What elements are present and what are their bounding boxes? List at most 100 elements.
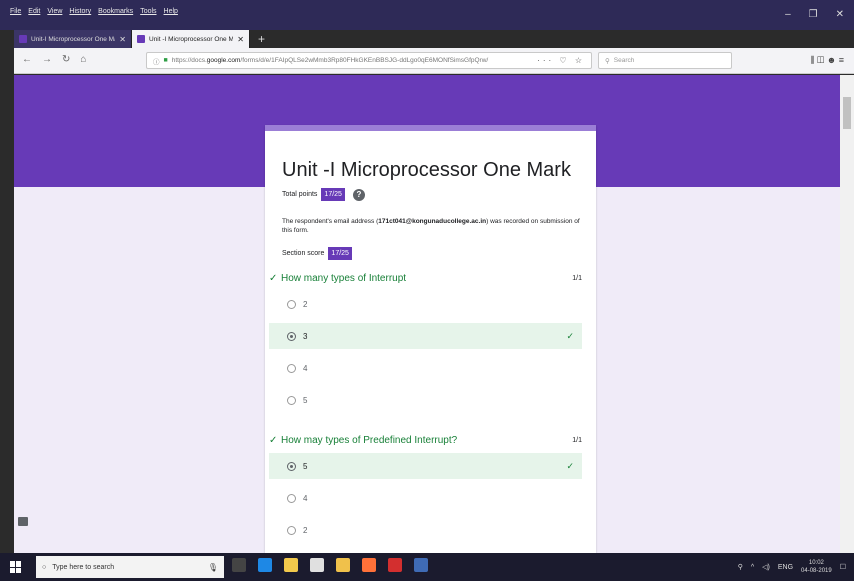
mail-icon[interactable] <box>310 558 324 572</box>
question-score: 1/1 <box>572 274 582 282</box>
edge-icon[interactable] <box>258 558 272 572</box>
menu-edit[interactable]: Edit <box>28 8 40 15</box>
radio-icon <box>287 395 296 405</box>
correct-check-icon: ✓ <box>269 272 278 284</box>
desktop-screen: File Edit View History Bookmarks Tools H… <box>0 0 854 581</box>
radio-icon <box>287 299 296 309</box>
total-points-label: Total points <box>282 191 318 198</box>
radio-icon <box>287 525 296 535</box>
tab-label: Unit-I Microprocessor One Ma <box>31 35 116 43</box>
window-controls: – ❐ ✕ <box>785 9 844 20</box>
answer-option-selected: 3 ✓ <box>269 323 582 349</box>
menu-tools[interactable]: Tools <box>140 8 156 15</box>
search-placeholder: Search <box>613 57 635 64</box>
email-note: The respondent's email address (171ct041… <box>282 218 580 234</box>
form-page: Unit -I Microprocessor One Mark Total po… <box>14 75 840 553</box>
windows-start-icon[interactable] <box>10 561 22 573</box>
answer-option: 2 <box>269 291 582 317</box>
tab-active[interactable]: Unit -I Microprocessor One Ma ✕ <box>132 30 250 48</box>
section-score-label: Section score <box>282 250 325 257</box>
menu-items: File Edit View History Bookmarks Tools H… <box>10 8 178 15</box>
language-indicator[interactable]: ENG <box>778 564 793 571</box>
url-text: https://docs.google.com/forms/d/e/1FAIpQ… <box>171 57 489 64</box>
feedback-icon[interactable] <box>18 517 28 526</box>
address-bar[interactable]: ⓘ ■ https://docs.google.com/forms/d/e/1F… <box>146 52 592 69</box>
radio-selected-icon <box>287 461 296 471</box>
form-title: Unit -I Microprocessor One Mark <box>282 159 571 181</box>
menu-view[interactable]: View <box>47 8 62 15</box>
new-tab-button[interactable]: + <box>250 30 273 48</box>
task-view-icon[interactable] <box>232 558 246 572</box>
pdf-reader-icon[interactable] <box>388 558 402 572</box>
help-icon[interactable]: ? <box>352 188 365 201</box>
menu-bookmarks[interactable]: Bookmarks <box>98 8 133 15</box>
email-address: 171ct041@kongunaducollege.ac.in <box>378 218 487 225</box>
total-points: Total points 17/25 ? <box>282 188 365 201</box>
taskbar-search[interactable]: ○ Type here to search 🎙 <box>36 556 224 578</box>
browser-menubar: File Edit View History Bookmarks Tools H… <box>0 0 854 30</box>
app-icon[interactable] <box>414 558 428 572</box>
toolbar-icons[interactable]: ⫼ ◫ ☻ ≡ <box>810 55 844 66</box>
answer-option: 4 <box>269 355 582 381</box>
clock[interactable]: 10:02 04-08-2019 <box>801 559 832 575</box>
back-icon[interactable]: ← <box>22 54 32 65</box>
option-label: 2 <box>303 525 308 535</box>
maximize-button[interactable]: ❐ <box>809 9 818 20</box>
close-window-button[interactable]: ✕ <box>836 9 844 20</box>
tray-chevron-icon[interactable]: ^ <box>751 564 754 571</box>
tab-close-icon[interactable]: ✕ <box>237 35 244 44</box>
answer-option: 4 <box>269 485 582 511</box>
volume-icon[interactable]: ◁) <box>762 563 770 571</box>
store-icon[interactable] <box>284 558 298 572</box>
option-label: 5 <box>303 395 308 405</box>
menu-file[interactable]: File <box>10 8 21 15</box>
page-scrollbar[interactable] <box>840 75 854 553</box>
taskbar-search-placeholder: Type here to search <box>52 563 115 571</box>
question-2: ✓ How may types of Predefined Interrupt?… <box>269 433 582 553</box>
radio-icon <box>287 363 296 373</box>
system-tray: ⚲ ^ ◁) ENG 10:02 04-08-2019 ☐ <box>738 559 846 575</box>
forward-icon[interactable]: → <box>42 54 52 65</box>
lock-icon: ■ <box>163 57 168 64</box>
info-icon[interactable]: ⓘ <box>153 56 160 66</box>
radio-icon <box>287 493 296 503</box>
tab-first[interactable]: Unit-I Microprocessor One Ma ✕ <box>14 30 132 48</box>
cortana-icon: ○ <box>42 563 47 571</box>
nav-buttons: ← → ↻ ⌂ <box>22 54 86 65</box>
navigation-bar: ← → ↻ ⌂ ⓘ ■ https://docs.google.com/form… <box>14 48 854 74</box>
option-label: 5 <box>303 461 308 471</box>
taskbar-apps <box>232 558 428 572</box>
option-label: 4 <box>303 493 308 503</box>
microphone-icon[interactable]: 🎙 <box>208 563 218 572</box>
forms-favicon-icon <box>137 35 145 43</box>
home-icon[interactable]: ⌂ <box>80 54 86 65</box>
menu-history[interactable]: History <box>69 8 91 15</box>
firefox-icon[interactable] <box>362 558 376 572</box>
question-text: How many types of Interrupt <box>281 272 407 284</box>
answer-option: 2 <box>269 517 582 543</box>
clock-time: 10:02 <box>808 560 824 566</box>
correct-tick-icon: ✓ <box>566 330 574 341</box>
search-icon: ⚲ <box>605 57 610 65</box>
search-bar[interactable]: ⚲ Search <box>598 52 732 69</box>
radio-selected-icon <box>287 331 296 341</box>
file-explorer-icon[interactable] <box>336 558 350 572</box>
people-icon[interactable]: ⚲ <box>738 563 743 571</box>
menu-help[interactable]: Help <box>164 8 178 15</box>
form-card: Unit -I Microprocessor One Mark Total po… <box>265 125 596 553</box>
clock-date: 04-08-2019 <box>801 568 832 574</box>
option-label: 4 <box>303 363 308 373</box>
correct-check-icon: ✓ <box>269 434 278 446</box>
option-label: 3 <box>303 331 308 341</box>
reload-icon[interactable]: ↻ <box>62 54 70 65</box>
minimize-button[interactable]: – <box>785 9 791 20</box>
scrollbar-thumb[interactable] <box>843 97 851 129</box>
option-label: 2 <box>303 299 308 309</box>
tab-label: Unit -I Microprocessor One Ma <box>149 35 234 43</box>
tab-close-icon[interactable]: ✕ <box>119 35 126 44</box>
page-actions-icon[interactable]: ··· ♡ ☆ <box>537 56 585 65</box>
tab-strip: Unit-I Microprocessor One Ma ✕ Unit -I M… <box>14 28 273 48</box>
notifications-icon[interactable]: ☐ <box>840 563 846 571</box>
question-text: How may types of Predefined Interrupt? <box>281 434 458 446</box>
total-points-badge: 17/25 <box>321 188 345 201</box>
